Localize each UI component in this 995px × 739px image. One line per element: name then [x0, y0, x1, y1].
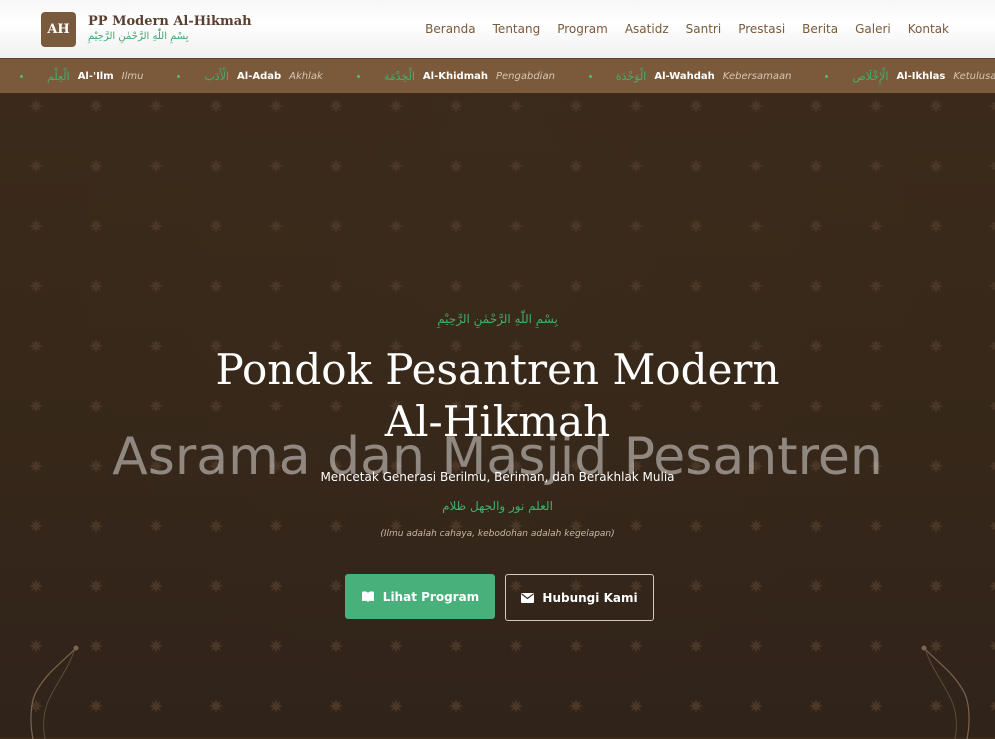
- ticker-translation: Akhlak: [289, 70, 323, 82]
- ticker-arabic: الْوَحْدَة: [615, 69, 647, 83]
- site-title[interactable]: PP Modern Al-Hikmah: [88, 14, 252, 29]
- site-subtitle-arabic: بِسْمِ اللّٰهِ الرَّحْمٰنِ الرَّحِيْمِ: [88, 31, 189, 42]
- left-lantern-ornament: [30, 645, 79, 739]
- ticker-arabic: الْأَدَب: [204, 69, 230, 83]
- contact-us-label: Hubungi Kami: [542, 590, 638, 605]
- ticker-arabic: الْعِلْم: [47, 69, 70, 83]
- ticker-arabic: الْخِدْمَة: [383, 69, 415, 83]
- view-program-label: Lihat Program: [382, 589, 480, 604]
- ticker-item: الْعِلْم Al-'Ilm Ilmu: [20, 70, 143, 83]
- right-lantern-ornament: [921, 645, 970, 739]
- site-header: AH PP Modern Al-Hikmah بِسْمِ اللّٰهِ ال…: [0, 0, 995, 59]
- ticker-name: Al-Khidmah: [422, 70, 488, 82]
- ticker-item: الْخِدْمَة Al-Khidmah Pengabdian: [356, 69, 555, 83]
- hero-bismillah: بِسْمِ اللّٰهِ الرَّحْمٰنِ الرَّحِيْمِ: [437, 312, 558, 326]
- ticker-item: الْإِخْلَاص Al-Ikhlas Ketulusan: [825, 70, 995, 83]
- ticker-name: Al-'Ilm: [77, 70, 114, 82]
- hero-arabic-quote: العلم نور والجهل ظلام: [442, 499, 553, 513]
- nav-item-santri[interactable]: Santri: [686, 22, 722, 36]
- ticker-translation: Pengabdian: [495, 70, 555, 82]
- ticker-translation: Ketulusan: [953, 70, 995, 82]
- ticker-name: Al-Adab: [237, 70, 282, 82]
- nav-item-program[interactable]: Program: [557, 22, 608, 36]
- nav-item-tentang[interactable]: Tentang: [493, 22, 541, 36]
- view-program-button[interactable]: Lihat Program: [345, 574, 495, 619]
- ticker-translation: Kebersamaan: [722, 70, 792, 82]
- nav-item-prestasi[interactable]: Prestasi: [738, 22, 785, 36]
- bullet-icon: [588, 74, 592, 78]
- hero-tagline: Mencetak Generasi Berilmu, Beriman, dan …: [320, 470, 675, 484]
- contact-us-button[interactable]: Hubungi Kami: [505, 574, 654, 621]
- hero-quote-translation: (Ilmu adalah cahaya, kebodohan adalah ke…: [380, 529, 615, 539]
- bullet-icon: [177, 74, 181, 78]
- bullet-icon: [825, 74, 829, 78]
- main-nav: Beranda Tentang Program Asatidz Santri P…: [425, 22, 949, 36]
- ticker-item: الْوَحْدَة Al-Wahdah Kebersamaan: [588, 69, 792, 83]
- ticker-item: الْأَدَب Al-Adab Akhlak: [177, 69, 323, 83]
- hero-section: بِسْمِ اللّٰهِ الرَّحْمٰنِ الرَّحِيْمِ P…: [0, 94, 995, 739]
- nav-item-galeri[interactable]: Galeri: [855, 22, 891, 36]
- hero-title-line-1: Pondok Pesantren Modern: [215, 345, 780, 394]
- bullet-icon: [20, 74, 23, 78]
- envelope-icon: [521, 592, 535, 603]
- ticker-arabic: الْإِخْلَاص: [852, 69, 889, 83]
- ticker-name: Al-Ikhlas: [896, 70, 946, 82]
- ticker-translation: Ilmu: [121, 70, 144, 82]
- bullet-icon: [356, 74, 360, 78]
- nav-item-beranda[interactable]: Beranda: [425, 22, 475, 36]
- nav-item-berita[interactable]: Berita: [802, 22, 838, 36]
- values-ticker: الْعِلْم Al-'Ilm Ilmu الْأَدَب Al-Adab A…: [0, 58, 995, 95]
- book-icon: [361, 590, 375, 603]
- nav-item-asatidz[interactable]: Asatidz: [625, 22, 669, 36]
- nav-item-kontak[interactable]: Kontak: [908, 22, 949, 36]
- site-logo[interactable]: AH: [41, 12, 76, 47]
- ticker-name: Al-Wahdah: [654, 70, 715, 82]
